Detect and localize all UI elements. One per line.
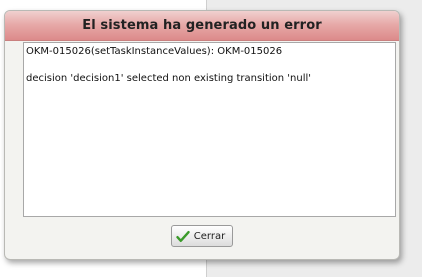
checkmark-icon [176, 230, 190, 243]
error-message-line: decision 'decision1' selected non existi… [26, 73, 312, 84]
dialog-title-bar[interactable]: El sistema ha generado un error [5, 11, 399, 41]
close-button-label: Cerrar [193, 230, 226, 242]
error-message-area: OKM-015026(setTaskInstanceValues): OKM-0… [23, 42, 396, 217]
dialog-title: El sistema ha generado un error [82, 18, 322, 33]
error-message-line: OKM-015026(setTaskInstanceValues): OKM-0… [26, 46, 283, 57]
error-dialog: El sistema ha generado un error OKM-0150… [4, 10, 400, 260]
close-button[interactable]: Cerrar [170, 225, 234, 247]
dialog-footer: Cerrar [5, 225, 399, 247]
